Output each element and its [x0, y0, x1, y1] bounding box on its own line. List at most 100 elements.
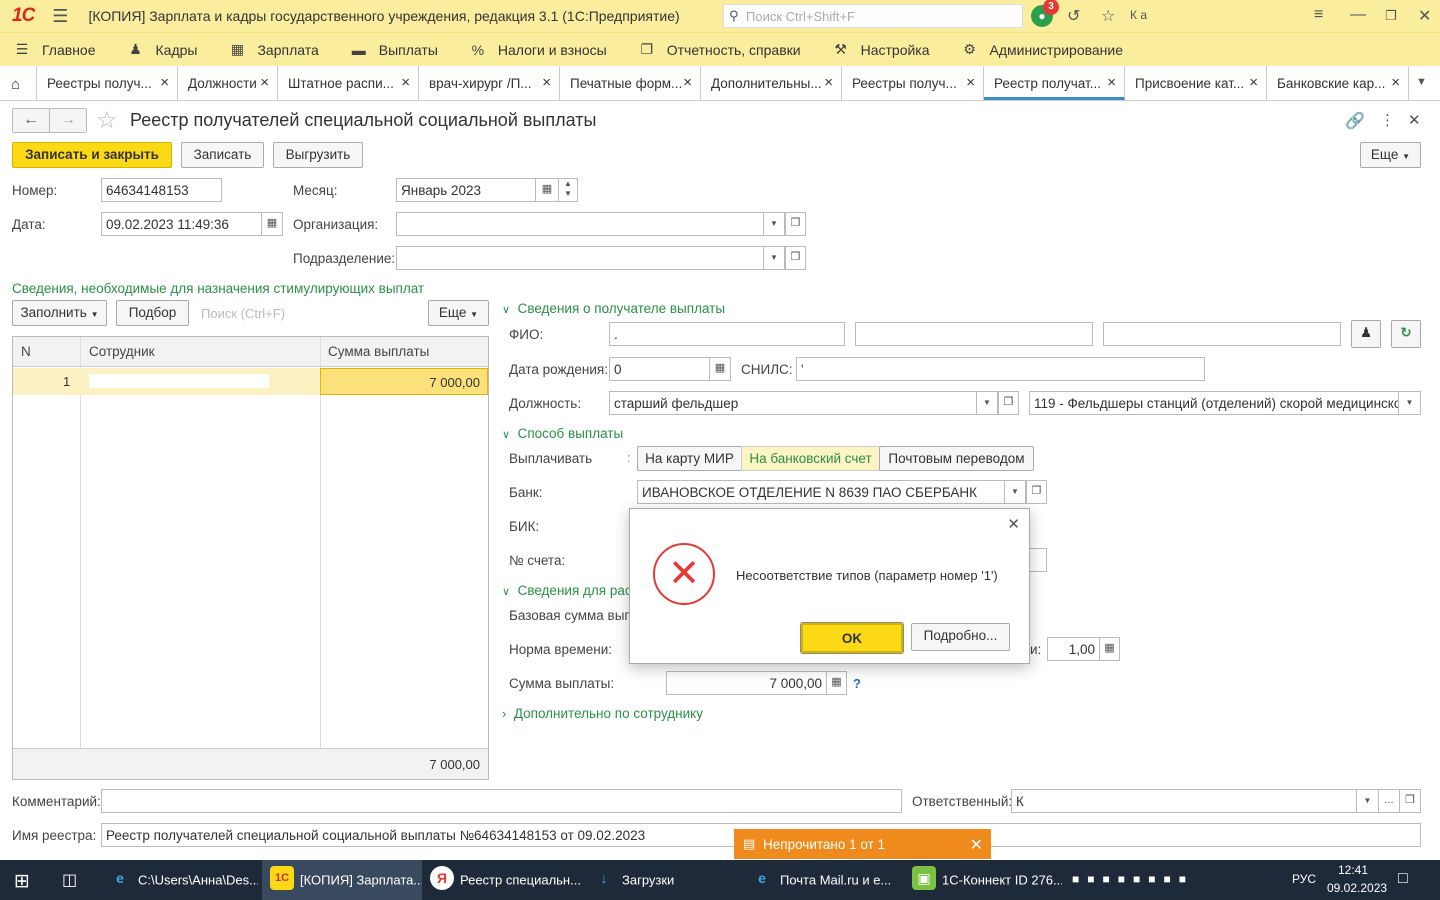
tab-surgeon[interactable]: врач-хирург /П... × — [419, 66, 560, 100]
favorites-star-icon[interactable]: ☆ — [1101, 6, 1115, 26]
section-reports[interactable]: ❐ Отчетность, справки — [637, 41, 800, 58]
tab-registry-active[interactable]: Реестр получат... × — [984, 66, 1125, 100]
notifications-button[interactable]: ● 3 — [1031, 0, 1059, 27]
close-tab-icon[interactable]: × — [683, 74, 692, 91]
recipient-header[interactable]: ∨ Сведения о получателе выплаты — [502, 301, 725, 316]
more-vertical-icon[interactable]: ⋮ — [1380, 111, 1395, 129]
close-tab-icon[interactable]: × — [824, 74, 833, 91]
tabs-dropdown-icon[interactable]: ▼ — [1416, 76, 1427, 88]
forward-button[interactable]: → — [49, 108, 87, 133]
settings-menu-icon[interactable]: ≡ — [1314, 6, 1323, 24]
tab-additional[interactable]: Дополнительны... × — [701, 66, 842, 100]
bank-field[interactable]: ИВАНОВСКОЕ ОТДЕЛЕНИЕ N 8639 ПАО СБЕРБАНК — [637, 480, 1005, 504]
open-icon[interactable]: ❐ — [785, 246, 806, 270]
app-logo[interactable]: 1С — [12, 5, 35, 27]
help-icon[interactable]: ? — [853, 676, 861, 691]
language-indicator[interactable]: РУС — [1292, 872, 1316, 886]
dropdown-icon[interactable]: ▼ — [763, 212, 785, 236]
taskbar-item-explorer[interactable]: e C:\Users\Анна\Des... — [108, 860, 258, 900]
snils-field[interactable]: ' — [796, 357, 1205, 381]
details-button[interactable]: Подробно... — [911, 623, 1010, 651]
dropdown-icon[interactable]: ▼ — [1356, 789, 1379, 813]
tab-category[interactable]: Присвоение кат... × — [1125, 66, 1267, 100]
taskbar-item-downloads[interactable]: ↓ Загрузки — [592, 860, 742, 900]
clock-date[interactable]: 09.02.2023 — [1327, 881, 1387, 895]
save-close-button[interactable]: Записать и закрыть — [12, 142, 172, 168]
close-tab-icon[interactable]: × — [1249, 74, 1258, 91]
month-stepper[interactable]: ▲ ▼ — [558, 178, 578, 202]
department-field[interactable] — [396, 246, 764, 270]
task-view-icon[interactable]: ◫ — [62, 870, 77, 890]
tab-staffing[interactable]: Штатное распи... × — [278, 66, 419, 100]
refresh-button[interactable]: ↻ — [1391, 320, 1421, 348]
dropdown-icon[interactable]: ▼ — [976, 391, 998, 415]
row-amount[interactable]: 7 000,00 — [320, 368, 488, 395]
close-window-icon[interactable]: ✕ — [1418, 6, 1431, 26]
person-button[interactable]: ♟ — [1351, 320, 1381, 348]
back-button[interactable]: ← — [12, 108, 50, 133]
last-name-field[interactable]: . — [609, 322, 845, 346]
dropdown-icon[interactable]: ▼ — [1398, 391, 1421, 415]
pay-mir-card-button[interactable]: На карту МИР — [637, 446, 742, 471]
month-field[interactable]: Январь 2023 — [396, 178, 536, 202]
pay-bank-account-button[interactable]: На банковский счет — [741, 446, 880, 471]
ratio-field[interactable]: 1,00 — [1047, 637, 1100, 661]
section-hr[interactable]: ♟ Кадры — [126, 41, 197, 58]
minimize-icon[interactable]: — — [1350, 6, 1366, 24]
section-payments[interactable]: ▬ Выплаты — [349, 42, 438, 58]
select-icon[interactable]: ... — [1378, 789, 1400, 813]
link-icon[interactable]: 🔗 — [1345, 111, 1365, 131]
windows-start-icon[interactable]: ⊞ — [14, 870, 30, 893]
more-button[interactable]: Еще ▼ — [1360, 142, 1421, 168]
restore-icon[interactable]: ❐ — [1385, 8, 1397, 24]
tab-positions[interactable]: Должности × — [178, 66, 278, 100]
favorite-star-icon[interactable]: ☆ — [96, 106, 118, 135]
dropdown-icon[interactable]: ▼ — [763, 246, 785, 270]
taskbar-item-yandex[interactable]: Я Реестр специальн... — [430, 860, 580, 900]
close-form-icon[interactable]: ✕ — [1408, 111, 1421, 129]
section-settings[interactable]: ⚒ Настройка — [831, 41, 929, 58]
col-n[interactable]: N — [21, 344, 31, 359]
col-employee[interactable]: Сотрудник — [89, 344, 155, 359]
section-salary[interactable]: ▦ Зарплата — [227, 41, 319, 58]
tab-registries-2[interactable]: Реестры получ... × — [842, 66, 984, 100]
section-admin[interactable]: ⚙ Администрирование — [960, 41, 1123, 58]
first-name-field[interactable] — [855, 322, 1093, 346]
table-row[interactable]: 1 7 000,00 — [13, 368, 488, 395]
taskbar-item-1c[interactable]: 1С [КОПИЯ] Зарплата... — [262, 860, 422, 900]
pick-button[interactable]: Подбор — [116, 300, 189, 326]
table-search-input[interactable]: Поиск (Ctrl+F) — [201, 306, 285, 321]
tab-print-forms[interactable]: Печатные форм... × — [560, 66, 701, 100]
hamburger-menu-icon[interactable]: ☰ — [52, 6, 68, 27]
calendar-icon[interactable]: ▦ — [261, 212, 283, 236]
system-tray-icons[interactable]: ■■■■■■■■ — [1072, 872, 1194, 886]
close-tab-icon[interactable]: × — [401, 74, 410, 91]
calendar-icon[interactable]: ▦ — [709, 357, 731, 381]
dialog-close-icon[interactable]: ✕ — [1007, 515, 1020, 533]
calculator-icon[interactable]: ▦ — [826, 671, 847, 695]
close-tab-icon[interactable]: × — [160, 74, 169, 91]
payment-method-header[interactable]: ∨ Способ выплаты — [502, 426, 623, 441]
open-icon[interactable]: ❐ — [785, 212, 806, 236]
close-tab-icon[interactable]: × — [260, 74, 269, 91]
calc-header[interactable]: ∨ Сведения для рас — [502, 583, 632, 598]
open-icon[interactable]: ❐ — [1399, 789, 1421, 813]
table-more-button[interactable]: Еще ▼ — [428, 300, 489, 326]
tab-registries-1[interactable]: Реестры получ... × — [37, 66, 178, 100]
number-field[interactable]: 64634148153 — [101, 178, 222, 202]
dropdown-icon[interactable]: ▼ — [1004, 480, 1026, 504]
middle-name-field[interactable] — [1103, 322, 1341, 346]
notification-close-icon[interactable]: ✕ — [970, 835, 983, 855]
taskbar-item-connect[interactable]: ▣ 1С-Коннект ID 276... — [912, 860, 1062, 900]
close-tab-icon[interactable]: × — [1107, 74, 1116, 91]
taskbar-item-mail[interactable]: e Почта Mail.ru и е... — [750, 860, 900, 900]
ok-button[interactable]: OK — [800, 622, 904, 654]
global-search-input[interactable]: ⚲ Поиск Ctrl+Shift+F — [723, 4, 1023, 28]
clock-time[interactable]: 12:41 — [1338, 863, 1368, 877]
action-center-icon[interactable]: □ — [1398, 870, 1408, 888]
fill-button[interactable]: Заполнить ▼ — [12, 300, 107, 326]
organization-field[interactable] — [396, 212, 764, 236]
comment-field[interactable] — [101, 789, 902, 813]
home-tab[interactable]: ⌂ — [0, 66, 37, 100]
history-icon[interactable]: ↺ — [1067, 6, 1080, 26]
